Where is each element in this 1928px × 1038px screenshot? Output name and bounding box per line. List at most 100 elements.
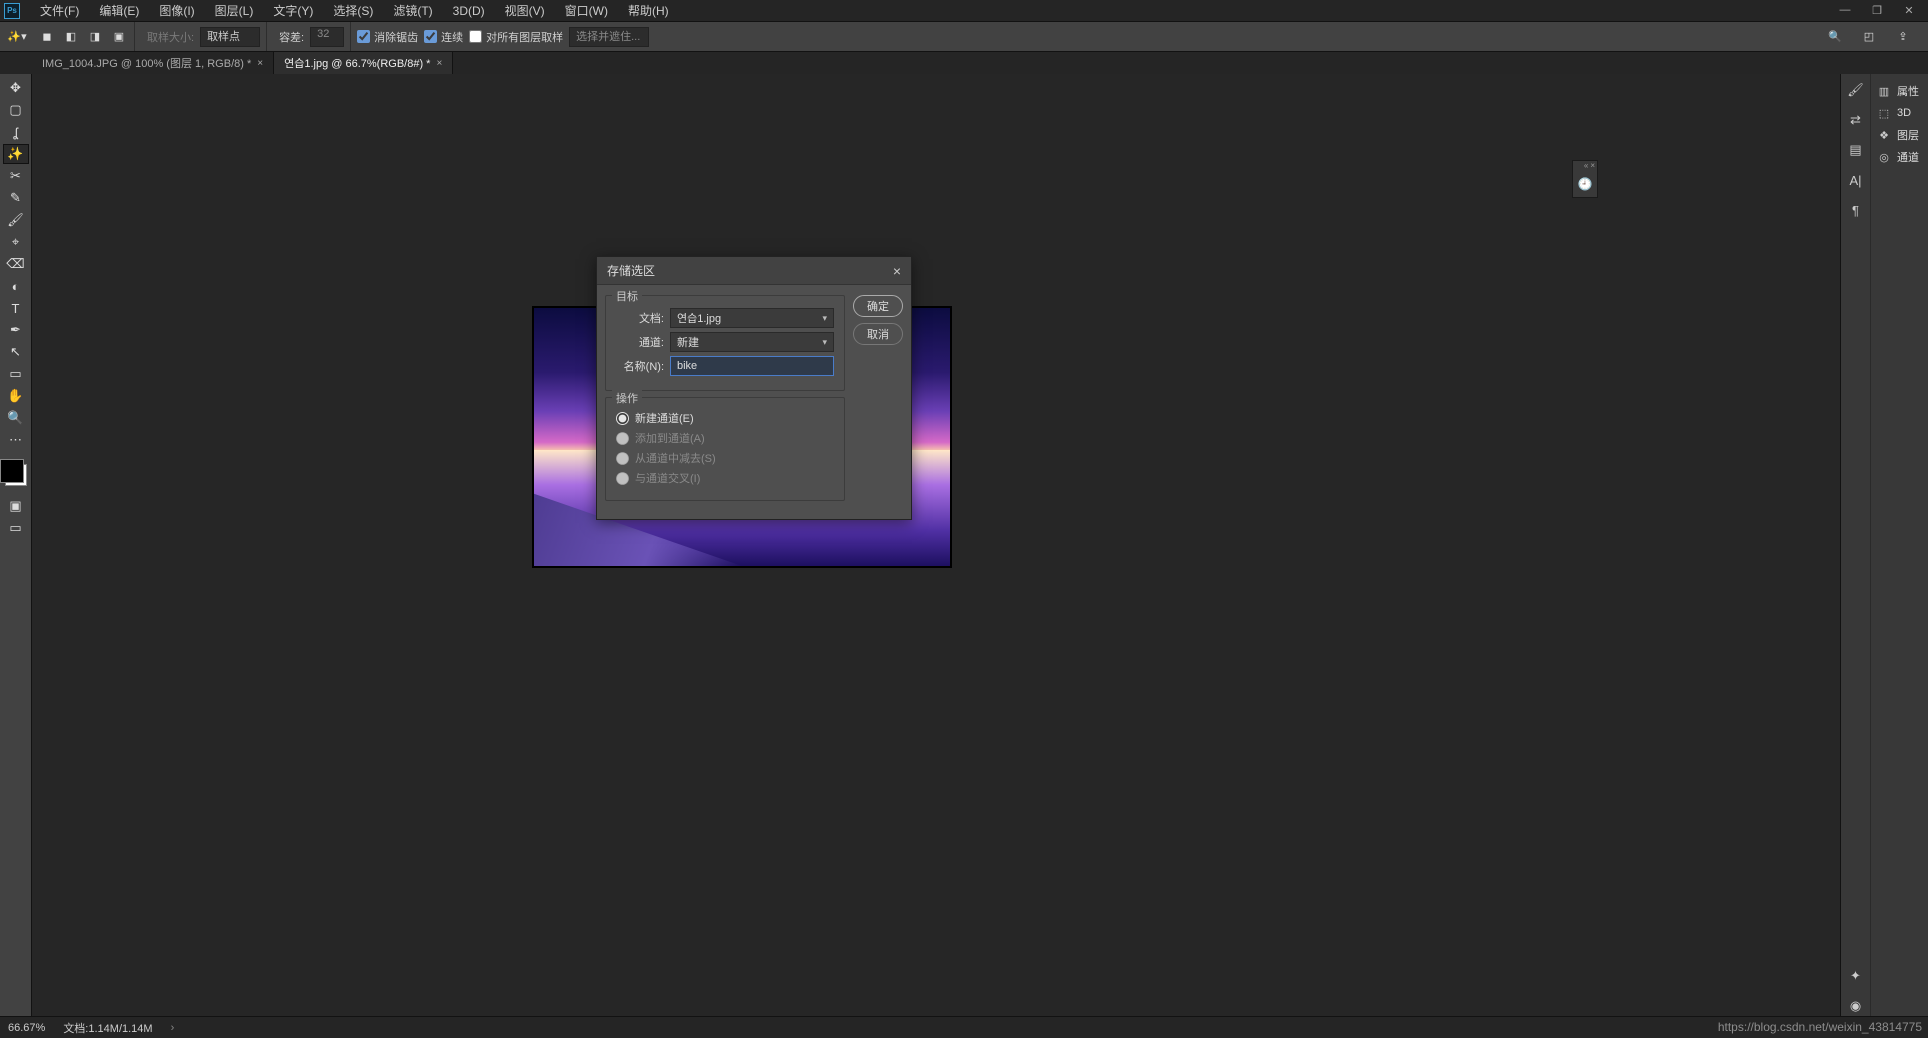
hand-tool[interactable]: ✋	[3, 386, 29, 406]
target-legend: 目标	[612, 288, 642, 304]
tolerance-input[interactable]: 32	[310, 27, 344, 47]
shape-tool[interactable]: ▭	[3, 364, 29, 384]
document-select[interactable]: 연습1.jpg ▾	[670, 308, 834, 328]
menu-select[interactable]: 选择(S)	[323, 0, 383, 23]
settings-panel-icon[interactable]: ✦	[1845, 966, 1867, 986]
save-selection-dialog: 存储选区 × 目标 文档: 연습1.jpg ▾ 通道:	[596, 256, 912, 520]
quick-mask-toggle[interactable]: ▣	[3, 496, 29, 516]
document-info[interactable]: 文档:1.14M/1.14M	[63, 1020, 152, 1036]
lasso-tool[interactable]: ʆ	[3, 122, 29, 142]
dialog-title: 存储选区	[607, 262, 655, 279]
intersect-selection-icon[interactable]: ▣	[110, 28, 128, 46]
document-tab[interactable]: 연습1.jpg @ 66.7%(RGB/8#) * ×	[274, 52, 453, 74]
tab-close-icon[interactable]: ×	[436, 58, 442, 69]
watermark: https://blog.csdn.net/weixin_43814775	[1718, 1020, 1922, 1034]
add-selection-icon[interactable]: ◧	[62, 28, 80, 46]
select-value: 연습1.jpg	[677, 310, 721, 326]
menu-view[interactable]: 视图(V)	[495, 0, 555, 23]
magic-wand-tool[interactable]: ✨	[3, 144, 29, 164]
layers-panel-tab[interactable]: ❖ 图层	[1871, 124, 1928, 146]
name-input[interactable]: bike	[670, 356, 834, 376]
tolerance-label: 容差:	[279, 29, 304, 45]
share-icon[interactable]: ⇪	[1894, 28, 1912, 46]
screen-mode-toggle[interactable]: ▭	[3, 518, 29, 538]
clone-stamp-tool[interactable]: ⌖	[3, 232, 29, 252]
menu-type[interactable]: 文字(Y)	[263, 0, 323, 23]
new-selection-icon[interactable]: ◼	[38, 28, 56, 46]
workspace: ✥ ▢ ʆ ✨ ✂ ✎ 🖌 ⌖ ⌫ ◐ T ✒ ↖ ▭ ✋ 🔍 ⋯ ▣ ▭	[0, 74, 1928, 1016]
swatches-panel-icon[interactable]: ⇄	[1845, 110, 1867, 130]
document-tab[interactable]: IMG_1004.JPG @ 100% (图层 1, RGB/8) * ×	[32, 52, 274, 74]
channel-select[interactable]: 新建 ▾	[670, 332, 834, 352]
path-select-tool[interactable]: ↖	[3, 342, 29, 362]
sample-size-label: 取样大小:	[147, 29, 194, 45]
type-tool[interactable]: T	[3, 298, 29, 318]
tab-title: IMG_1004.JPG @ 100% (图层 1, RGB/8) *	[42, 55, 251, 71]
search-icon[interactable]: 🔍	[1826, 28, 1844, 46]
chevron-down-icon: ▾	[822, 313, 827, 324]
name-label: 名称(N):	[616, 358, 664, 374]
operation-legend: 操作	[612, 390, 642, 406]
collapsed-panel[interactable]: «× 🕘	[1572, 160, 1598, 198]
status-flyout-icon[interactable]: ›	[171, 1022, 175, 1034]
history-panel-icon[interactable]: 🕘	[1573, 171, 1597, 197]
subtract-selection-icon[interactable]: ◨	[86, 28, 104, 46]
antialias-checkbox[interactable]: 消除锯齿	[357, 29, 418, 45]
foreground-background-swatch[interactable]	[5, 464, 27, 486]
tab-close-icon[interactable]: ×	[257, 58, 263, 69]
channels-panel-tab[interactable]: ◎ 通道	[1871, 146, 1928, 168]
cancel-button[interactable]: 取消	[853, 323, 903, 345]
paragraph-panel-icon[interactable]: ¶	[1845, 200, 1867, 220]
tools-panel: ✥ ▢ ʆ ✨ ✂ ✎ 🖌 ⌖ ⌫ ◐ T ✒ ↖ ▭ ✋ 🔍 ⋯ ▣ ▭	[0, 74, 32, 1016]
menu-bar: Ps 文件(F) 编辑(E) 图像(I) 图层(L) 文字(Y) 选择(S) 滤…	[0, 0, 1928, 22]
window-minimize[interactable]: —	[1836, 4, 1854, 17]
canvas-area[interactable]	[32, 74, 1840, 1016]
all-layers-checkbox[interactable]: 对所有图层取样	[469, 29, 563, 45]
properties-panel-tab[interactable]: ▥ 属性	[1871, 80, 1928, 102]
zoom-level[interactable]: 66.67%	[8, 1022, 45, 1034]
panel-close-icon[interactable]: ×	[1590, 161, 1595, 171]
contiguous-label: 连续	[441, 29, 463, 45]
pen-tool[interactable]: ✒	[3, 320, 29, 340]
3d-panel-tab[interactable]: ⬚ 3D	[1871, 102, 1928, 124]
menu-help[interactable]: 帮助(H)	[618, 0, 679, 23]
window-restore[interactable]: ❐	[1868, 4, 1886, 17]
window-close[interactable]: ✕	[1900, 4, 1918, 17]
menu-filter[interactable]: 滤镜(T)	[383, 0, 442, 23]
select-value: 新建	[677, 334, 699, 350]
menu-edit[interactable]: 编辑(E)	[89, 0, 149, 23]
menu-3d[interactable]: 3D(D)	[443, 0, 495, 22]
libraries-panel-icon[interactable]: ▤	[1845, 140, 1867, 160]
current-tool-icon[interactable]: ✨▾	[8, 28, 26, 46]
gradient-tool[interactable]: ◐	[3, 276, 29, 296]
contiguous-checkbox[interactable]: 连续	[424, 29, 463, 45]
radio-label: 添加到通道(A)	[635, 430, 705, 446]
document-tabs: IMG_1004.JPG @ 100% (图层 1, RGB/8) * × 연습…	[0, 52, 1928, 74]
eraser-tool[interactable]: ⌫	[3, 254, 29, 274]
character-panel-icon[interactable]: A|	[1845, 170, 1867, 190]
panel-collapse-icon[interactable]: «	[1584, 161, 1588, 171]
zoom-tool[interactable]: 🔍	[3, 408, 29, 428]
input-value: bike	[677, 360, 697, 372]
select-and-mask-button[interactable]: 选择并遮住...	[569, 27, 649, 47]
marquee-tool[interactable]: ▢	[3, 100, 29, 120]
frame-icon[interactable]: ◰	[1860, 28, 1878, 46]
edit-toolbar[interactable]: ⋯	[3, 430, 29, 450]
eyedropper-tool[interactable]: ✎	[3, 188, 29, 208]
move-tool[interactable]: ✥	[3, 78, 29, 98]
menu-file[interactable]: 文件(F)	[30, 0, 89, 23]
channel-label: 通道:	[616, 334, 664, 350]
menu-window[interactable]: 窗口(W)	[555, 0, 618, 23]
sample-size-select[interactable]: 取样点	[200, 27, 260, 47]
panel-label: 通道	[1897, 149, 1919, 165]
brush-panel-icon[interactable]: 🖌	[1845, 80, 1867, 100]
ok-button[interactable]: 确定	[853, 295, 903, 317]
all-layers-label: 对所有图层取样	[486, 29, 563, 45]
cc-panel-icon[interactable]: ◉	[1845, 996, 1867, 1016]
op-new-channel[interactable]: 新建通道(E)	[616, 410, 834, 426]
crop-tool[interactable]: ✂	[3, 166, 29, 186]
menu-layer[interactable]: 图层(L)	[205, 0, 264, 23]
dialog-close-icon[interactable]: ×	[893, 263, 901, 279]
brush-tool[interactable]: 🖌	[3, 210, 29, 230]
menu-image[interactable]: 图像(I)	[149, 0, 204, 23]
